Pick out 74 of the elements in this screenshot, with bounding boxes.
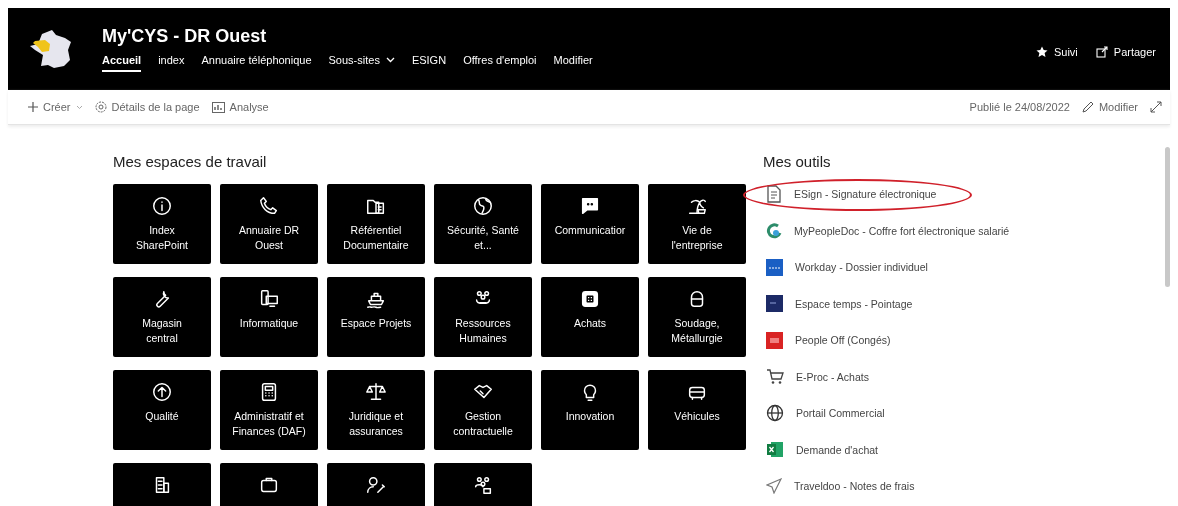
site-title: My'CYS - DR Ouest xyxy=(102,26,268,47)
tool-link[interactable]: E-Proc - Achats xyxy=(763,358,869,395)
workspace-tile[interactable]: Gestion contractuelle xyxy=(434,370,532,450)
section-heading: Mes espaces de travail xyxy=(113,153,268,170)
nav-link[interactable]: index xyxy=(158,52,185,72)
scales-icon xyxy=(365,381,387,403)
tool-link[interactable]: ESign - Signature électronique xyxy=(763,176,937,213)
grid-icon xyxy=(579,288,601,310)
france-map-logo xyxy=(28,28,74,70)
nav-link[interactable]: Modifier xyxy=(553,52,593,72)
devices-icon xyxy=(258,288,280,310)
settings-icon xyxy=(94,101,107,113)
star-icon xyxy=(1035,46,1048,58)
nav-link[interactable]: Annuaire téléphonique xyxy=(201,52,312,72)
edit-button[interactable]: Modifier xyxy=(1081,101,1138,113)
spreadsheet-logo-icon xyxy=(766,441,784,459)
tool-link[interactable]: Workday - Dossier individuel xyxy=(763,249,928,286)
chat-icon xyxy=(579,195,601,217)
arrow-up-icon xyxy=(151,381,173,403)
workspace-tile[interactable]: Annuaire DR Ouest xyxy=(220,184,318,264)
workspace-tile[interactable]: Référentiel Documentaire xyxy=(327,184,425,264)
workspace-tile[interactable]: Communicatior xyxy=(541,184,639,264)
page-details-button[interactable]: Détails de la page xyxy=(94,101,200,113)
chart-icon xyxy=(211,101,225,113)
workspace-tile[interactable]: Magasin central xyxy=(113,277,211,357)
swirl-icon xyxy=(766,222,782,239)
phone-icon xyxy=(258,195,280,217)
plus-icon xyxy=(28,102,38,112)
people-off-logo-icon xyxy=(766,331,783,349)
workspace-tile[interactable]: Ressources Humaines xyxy=(434,277,532,357)
info-icon xyxy=(151,195,173,217)
tool-link[interactable]: Demande d'achat xyxy=(763,431,878,468)
scrollbar[interactable] xyxy=(1165,147,1170,287)
paper-plane-icon xyxy=(766,478,782,495)
workspace-tile[interactable]: Index SharePoint xyxy=(113,184,211,264)
tool-link[interactable]: Espace temps - Pointage xyxy=(763,285,913,322)
chevron-down-icon xyxy=(75,104,83,110)
create-button[interactable]: Créer xyxy=(28,101,83,113)
globe-icon xyxy=(472,195,494,217)
nav-link[interactable]: Sous-sites xyxy=(328,52,395,72)
nav-link[interactable]: ESIGN xyxy=(411,52,447,72)
tool-link[interactable]: Traveldoo - Notes de frais xyxy=(763,468,915,505)
expand-button[interactable] xyxy=(1150,101,1162,113)
workspace-tile[interactable]: Administratif et Finances (DAF) xyxy=(220,370,318,450)
workspace-tile[interactable]: Informatique xyxy=(220,277,318,357)
tool-link[interactable]: MyPeopleDoc - Coffre fort électronique salarié xyxy=(763,212,1010,249)
workspace-tile[interactable]: Achats xyxy=(541,277,639,357)
workspace-tile[interactable]: Juridique et assurances xyxy=(327,370,425,450)
globe-icon xyxy=(766,404,784,423)
nav-link[interactable]: Offres d'emploi xyxy=(463,52,537,72)
workday-logo-icon xyxy=(766,258,783,276)
timesheet-logo-icon xyxy=(766,295,783,313)
workspace-tile[interactable]: Vie de l'entreprise xyxy=(648,184,746,264)
workspace-tile[interactable]: Soudage, Métallurgie xyxy=(648,277,746,357)
workspace-tile[interactable]: Qualité xyxy=(113,370,211,450)
share-button[interactable]: Partager xyxy=(1095,46,1156,58)
expand-icon xyxy=(1150,101,1162,113)
nav-link[interactable]: Accueil xyxy=(102,52,142,72)
tool-link[interactable]: People Off (Congés) xyxy=(763,322,891,359)
tool-link[interactable]: Portail Commercial xyxy=(763,395,885,432)
group-icon xyxy=(472,474,494,496)
workspace-tile[interactable]: Véhicules xyxy=(648,370,746,450)
analytics-button[interactable]: Analyse xyxy=(211,101,269,113)
workspace-tile[interactable]: Espace Projets xyxy=(327,277,425,357)
section-heading: Mes outils xyxy=(763,153,832,170)
follow-button[interactable]: Suivi xyxy=(1035,46,1078,58)
person-wrench-icon xyxy=(365,474,387,496)
workspace-tile[interactable]: Sécurité, Santé et... xyxy=(434,184,532,264)
share-icon xyxy=(1095,46,1108,58)
pencil-icon xyxy=(1081,101,1094,113)
workspace-tile[interactable]: Innovation xyxy=(541,370,639,450)
document-icon xyxy=(766,185,782,204)
published-date: Publié le 24/08/2022 xyxy=(969,101,1070,113)
cart-icon xyxy=(766,368,784,386)
